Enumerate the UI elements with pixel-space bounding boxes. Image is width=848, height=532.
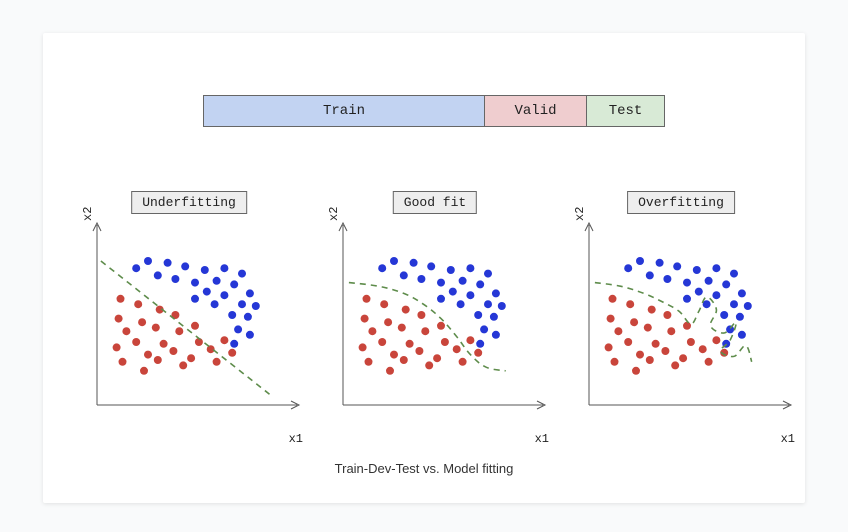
split-label: Valid — [514, 103, 556, 119]
plot-underfitting: Underfitting x2 x1 — [75, 191, 303, 446]
plot-title-box: Underfitting — [131, 191, 247, 214]
axis-label-y: x2 — [81, 207, 95, 221]
axes-icon — [567, 217, 795, 427]
split-segment-train: Train — [204, 96, 484, 126]
axes-icon — [321, 217, 549, 427]
plot-overfitting: Overfitting x2 x1 — [567, 191, 795, 446]
axis-label-x: x1 — [289, 432, 303, 446]
axis-label-y: x2 — [327, 207, 341, 221]
plot-title-box: Overfitting — [627, 191, 735, 214]
figure-card: Train Valid Test Underfitting x2 x1 Good… — [43, 33, 805, 503]
split-segment-valid: Valid — [484, 96, 586, 126]
split-segment-test: Test — [586, 96, 664, 126]
split-label: Train — [323, 103, 365, 119]
plot-title-box: Good fit — [393, 191, 477, 214]
axis-label-y: x2 — [573, 207, 587, 221]
data-split-bar: Train Valid Test — [203, 95, 665, 127]
split-label: Test — [609, 103, 643, 119]
axis-label-x: x1 — [535, 432, 549, 446]
plot-goodfit: Good fit x2 x1 — [321, 191, 549, 446]
axes-icon — [75, 217, 303, 427]
plot-title: Good fit — [404, 195, 466, 210]
plot-title: Overfitting — [638, 195, 724, 210]
plot-title: Underfitting — [142, 195, 236, 210]
axis-label-x: x1 — [781, 432, 795, 446]
figure-caption: Train-Dev-Test vs. Model fitting — [43, 461, 805, 476]
plots-row: Underfitting x2 x1 Good fit x2 x1 — [75, 191, 795, 446]
